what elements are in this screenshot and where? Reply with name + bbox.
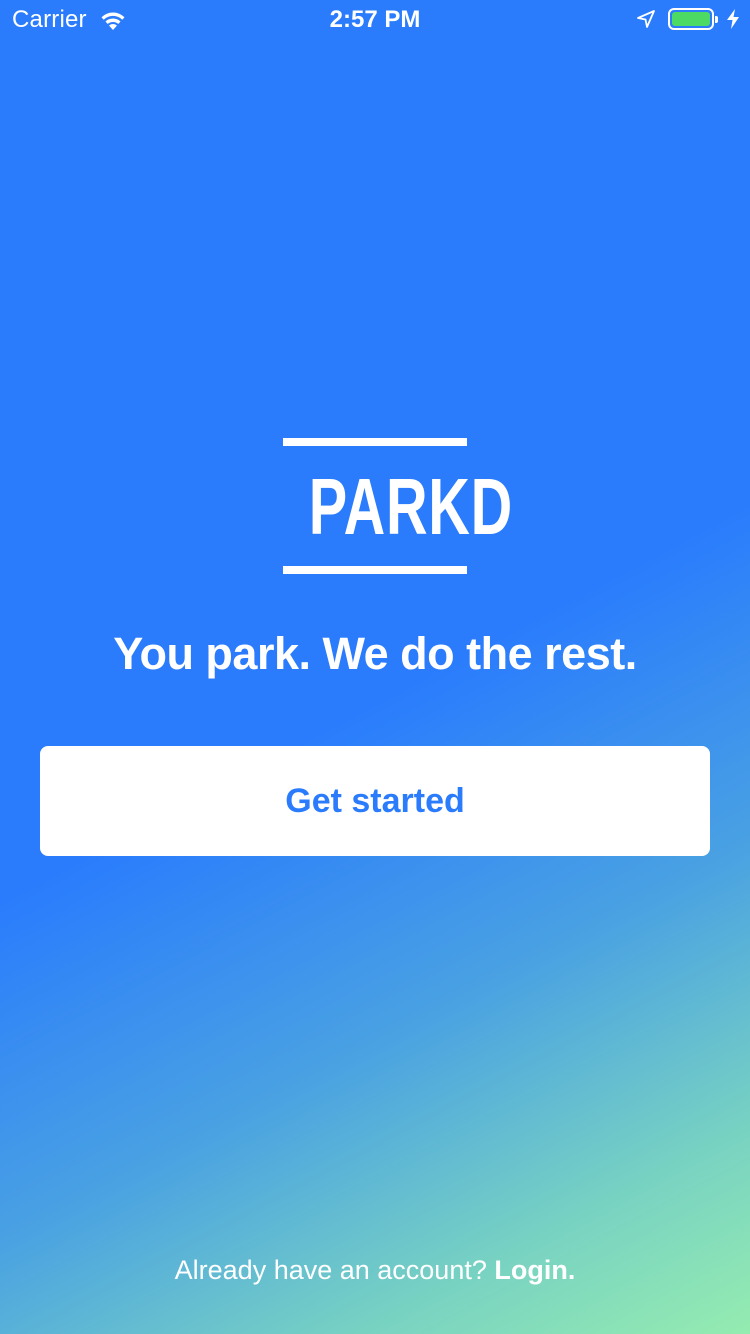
get-started-button[interactable]: Get started <box>40 746 710 856</box>
login-link[interactable]: Login. <box>494 1255 575 1285</box>
logo-bottom-bar <box>283 566 467 574</box>
parkd-logo: PARKD <box>283 438 513 574</box>
battery-tip <box>715 16 718 23</box>
charging-bolt-icon <box>727 9 739 29</box>
status-bar: Carrier 2:57 PM <box>0 0 750 40</box>
login-prompt-text: Already have an account? <box>174 1255 495 1285</box>
logo-top-bar <box>283 438 467 446</box>
battery-icon <box>668 8 718 30</box>
tagline: You park. We do the rest. <box>113 628 637 679</box>
logo-text: PARKD <box>308 462 513 551</box>
right-status-group <box>636 8 740 30</box>
login-prompt-line: Already have an account? Login. <box>0 1250 750 1290</box>
battery-level <box>672 12 710 26</box>
location-arrow-icon <box>637 10 655 28</box>
